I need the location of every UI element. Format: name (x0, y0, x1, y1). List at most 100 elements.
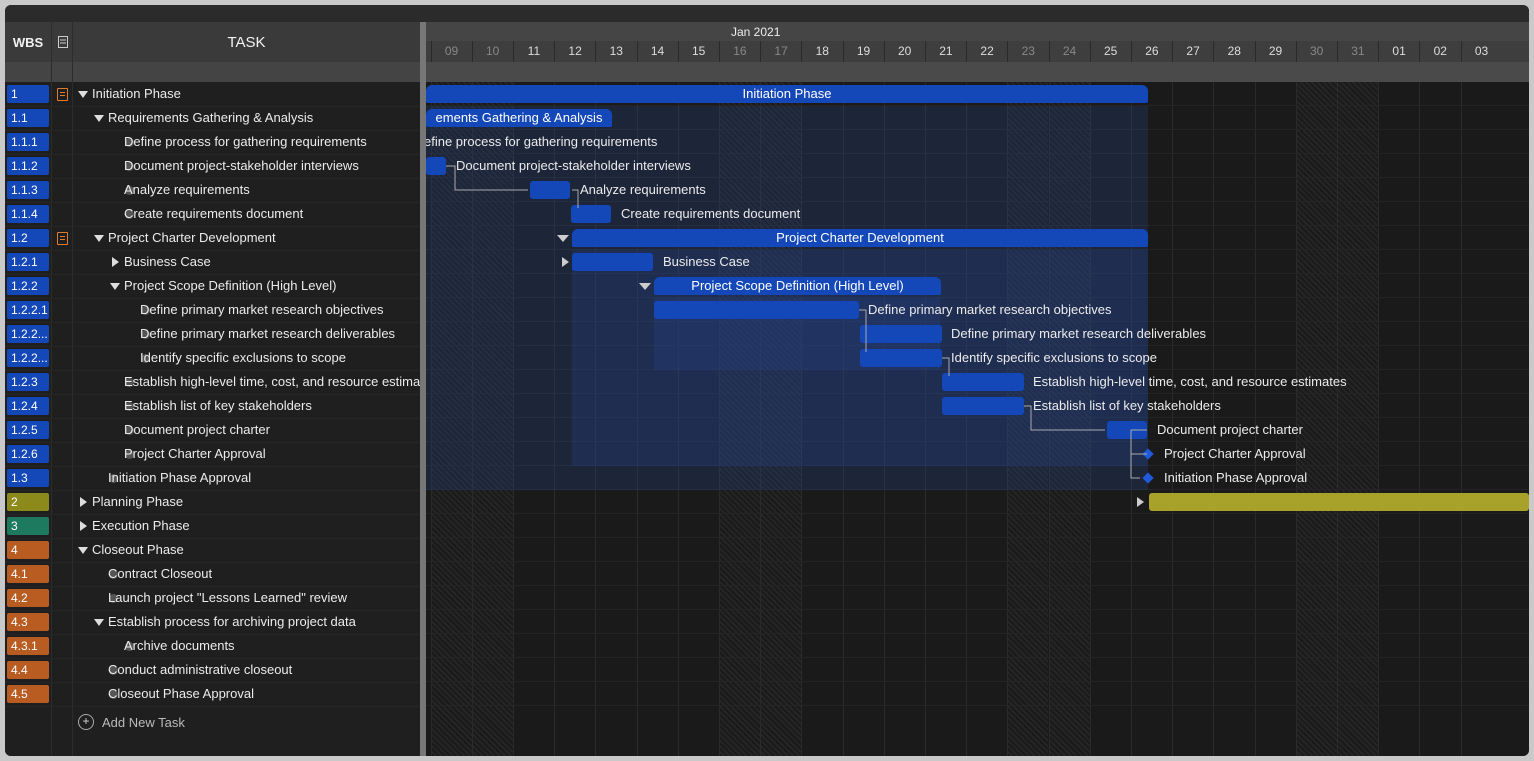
note-icon[interactable] (57, 232, 68, 245)
task-row[interactable]: 1.1.3 Analyze requirements (5, 178, 420, 203)
wbs-badge: 4.2 (7, 589, 49, 607)
collapse-triangle-icon[interactable] (77, 538, 89, 562)
collapse-triangle-icon[interactable] (93, 106, 105, 130)
task-name[interactable]: Closeout Phase (92, 538, 184, 562)
task-row[interactable]: 4.3 Establish process for archiving proje… (5, 610, 420, 635)
wbs-badge: 1.2.2... (7, 325, 49, 343)
dependency-arrow (1130, 453, 1147, 479)
task-name[interactable]: Execution Phase (92, 514, 190, 538)
task-name[interactable]: Document project-stakeholder interviews (124, 154, 359, 178)
task-name[interactable]: Archive documents (124, 634, 235, 658)
task-name[interactable]: Contract Closeout (108, 562, 212, 586)
task-row[interactable]: 1.2.6 Project Charter Approval (5, 442, 420, 467)
task-list-header: WBS TASK (5, 22, 420, 62)
task-name[interactable]: Establish list of key stakeholders (124, 394, 312, 418)
task-row[interactable]: 1.2.2... Define primary market research d… (5, 322, 420, 347)
task-name[interactable]: Business Case (124, 250, 211, 274)
task-name[interactable]: Conduct administrative closeout (108, 658, 292, 682)
task-name[interactable]: Project Charter Approval (124, 442, 266, 466)
wbs-badge: 4 (7, 541, 49, 559)
task-row[interactable]: 1 Initiation Phase (5, 82, 420, 107)
note-icon[interactable] (57, 88, 68, 101)
wbs-badge: 4.4 (7, 661, 49, 679)
wbs-badge: 3 (7, 517, 49, 535)
task-row[interactable]: 4.5 Closeout Phase Approval (5, 682, 420, 707)
wbs-badge: 1.2.1 (7, 253, 49, 271)
collapse-triangle-icon[interactable] (93, 610, 105, 634)
plus-icon: + (78, 714, 94, 730)
collapse-triangle-icon[interactable] (77, 82, 89, 106)
dependency-arrow (446, 165, 528, 191)
task-row[interactable]: 4.4 Conduct administrative closeout (5, 658, 420, 683)
collapse-triangle-icon[interactable] (109, 274, 121, 298)
wbs-badge: 1.1.4 (7, 205, 49, 223)
task-name[interactable]: Identify specific exclusions to scope (140, 346, 346, 370)
expand-triangle-icon[interactable] (77, 514, 89, 538)
dependency-arrow (859, 309, 867, 352)
wbs-badge: 1.1.1 (7, 133, 49, 151)
wbs-badge: 4.1 (7, 565, 49, 583)
wbs-badge: 1.1 (7, 109, 49, 127)
task-name[interactable]: Closeout Phase Approval (108, 682, 254, 706)
add-new-task-label: Add New Task (102, 714, 185, 730)
wbs-badge: 1.3 (7, 469, 49, 487)
task-list-subheader (5, 62, 420, 82)
task-row[interactable]: 4 Closeout Phase (5, 538, 420, 563)
task-row[interactable]: 4.2 Launch project "Lessons Learned" revi… (5, 586, 420, 611)
wbs-badge: 1.2.3 (7, 373, 49, 391)
task-column-header[interactable]: TASK (73, 22, 420, 62)
task-name[interactable]: Define process for gathering requirement… (124, 130, 367, 154)
wbs-badge: 4.5 (7, 685, 49, 703)
wbs-badge: 1.2.5 (7, 421, 49, 439)
task-name[interactable]: Create requirements document (124, 202, 303, 226)
wbs-badge: 2 (7, 493, 49, 511)
task-name[interactable]: Define primary market research objective… (140, 298, 383, 322)
wbs-column-header[interactable]: WBS (5, 22, 51, 62)
task-row[interactable]: 4.3.1 Archive documents (5, 634, 420, 659)
wbs-badge: 1.2 (7, 229, 49, 247)
wbs-badge: 1.2.4 (7, 397, 49, 415)
task-name[interactable]: Launch project "Lessons Learned" review (108, 586, 347, 610)
task-name[interactable]: Initiation Phase Approval (108, 466, 251, 490)
task-name[interactable]: Project Scope Definition (High Level) (124, 274, 336, 298)
task-row[interactable]: 1.3 Initiation Phase Approval (5, 466, 420, 491)
task-row[interactable]: 1.2.3 Establish high-level time, cost, an… (5, 370, 420, 395)
task-row[interactable]: 1.2.4 Establish list of key stakeholders (5, 394, 420, 419)
wbs-badge: 4.3 (7, 613, 49, 631)
wbs-badge: 1.2.2.1 (7, 301, 49, 319)
task-row[interactable]: 1.1.2 Document project-stakeholder interv… (5, 154, 420, 179)
task-row[interactable]: 1.1 Requirements Gathering & Analysis (5, 106, 420, 131)
task-name[interactable]: Define primary market research deliverab… (140, 322, 395, 346)
task-name[interactable]: Document project charter (124, 418, 270, 442)
task-name[interactable]: Project Charter Development (108, 226, 276, 250)
task-row[interactable]: 2 Planning Phase (5, 490, 420, 515)
wbs-badge: 1.2.6 (7, 445, 49, 463)
task-row[interactable]: 1.2.2.1 Define primary market research ob… (5, 298, 420, 323)
task-row[interactable]: 1.2 Project Charter Development (5, 226, 420, 251)
task-row[interactable]: 1.2.1 Business Case (5, 250, 420, 275)
wbs-badge: 1.2.2 (7, 277, 49, 295)
task-name[interactable]: Establish process for archiving project … (108, 610, 356, 634)
task-name[interactable]: Requirements Gathering & Analysis (108, 106, 313, 130)
expand-triangle-icon[interactable] (109, 250, 121, 274)
expand-triangle-icon[interactable] (77, 490, 89, 514)
task-row[interactable]: 1.2.5 Document project charter (5, 418, 420, 443)
dependency-arrow (859, 309, 867, 328)
add-new-task-button[interactable]: + Add New Task (78, 710, 185, 734)
task-name[interactable]: Establish high-level time, cost, and res… (124, 370, 420, 394)
task-row[interactable]: 1.2.2 Project Scope Definition (High Leve… (5, 274, 420, 299)
task-row[interactable]: 3 Execution Phase (5, 514, 420, 539)
task-name[interactable]: Initiation Phase (92, 82, 181, 106)
task-row[interactable]: 1.2.2... Identify specific exclusions to … (5, 346, 420, 371)
task-row[interactable]: 1.1.1 Define process for gathering requir… (5, 130, 420, 155)
dependency-arrow (572, 189, 579, 208)
dependency-arrow (942, 357, 950, 376)
task-row[interactable]: 4.1 Contract Closeout (5, 562, 420, 587)
collapse-triangle-icon[interactable] (93, 226, 105, 250)
dependency-arrow (1024, 405, 1105, 431)
task-row[interactable]: 1.1.4 Create requirements document (5, 202, 420, 227)
notes-column-header[interactable] (53, 22, 73, 62)
task-name[interactable]: Analyze requirements (124, 178, 250, 202)
wbs-badge: 1.1.3 (7, 181, 49, 199)
task-name[interactable]: Planning Phase (92, 490, 183, 514)
